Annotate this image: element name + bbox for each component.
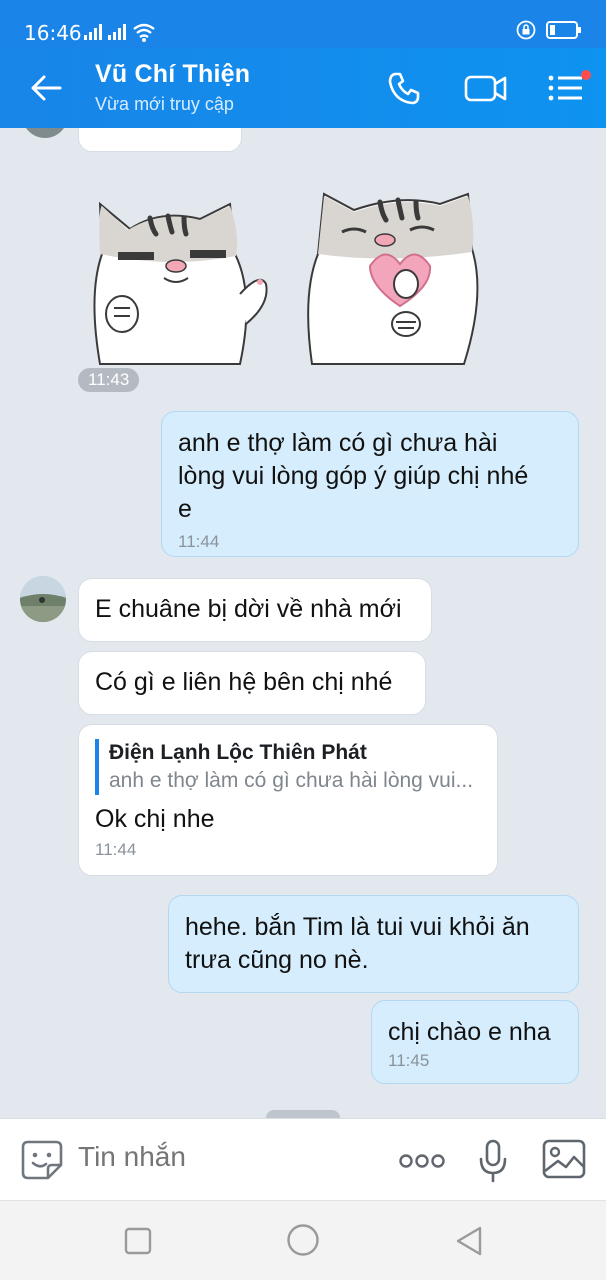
image-icon[interactable] [542, 1139, 586, 1179]
video-camera-icon[interactable] [464, 70, 508, 106]
avatar[interactable] [20, 576, 66, 622]
back-arrow-icon[interactable] [26, 70, 66, 106]
sticker-message[interactable] [80, 174, 490, 374]
battery-icon [546, 21, 581, 39]
menu-icon[interactable] [546, 70, 594, 106]
message-time: 11:44 [95, 840, 137, 859]
message-time: 11:45 [388, 1051, 430, 1070]
message-text: lòng vui lòng góp ý giúp chị nhé [178, 462, 529, 490]
message-bubble-partial[interactable] [78, 128, 242, 152]
message-text: E chuâne bị dời về nhà mới [95, 595, 402, 623]
contact-status: Vừa mới truy cập [95, 94, 234, 114]
signal-icon [84, 24, 102, 40]
message-text: chị chào e nha [388, 1018, 551, 1046]
scroll-to-bottom-handle[interactable] [266, 1110, 340, 1118]
message-text: Ok chị nhe [95, 805, 215, 833]
message-time: 11:44 [178, 532, 220, 551]
message-text: Có gì e liên hệ bên chị nhé [95, 668, 393, 696]
message-bubble-outgoing[interactable]: anh e thợ làm có gì chưa hài lòng vui lò… [161, 411, 579, 557]
cat-sticker-image [93, 192, 479, 365]
message-bubble-outgoing[interactable]: chị chào e nha 11:45 [371, 1000, 579, 1084]
message-time: 11:43 [78, 368, 140, 392]
message-bubble-outgoing[interactable]: hehe. bắn Tim là tui vui khỏi ăn trưa cũ… [168, 895, 579, 993]
chat-header: Vũ Chí Thiện Vừa mới truy cập [0, 48, 606, 128]
message-bubble-incoming[interactable]: Có gì e liên hệ bên chị nhé [78, 651, 426, 715]
signal-icon [108, 24, 126, 40]
message-bubble-incoming[interactable]: E chuâne bị dời về nhà mới [78, 578, 432, 642]
message-text: trưa cũng no nè. [185, 946, 369, 974]
message-bubble-reply[interactable]: Điện Lạnh Lộc Thiên Phát anh e thợ làm c… [78, 724, 498, 876]
status-bar: 16:46 [0, 0, 606, 48]
microphone-icon[interactable] [478, 1139, 508, 1183]
quoted-message[interactable]: Điện Lạnh Lộc Thiên Phát anh e thợ làm c… [95, 739, 481, 795]
avatar[interactable] [22, 128, 68, 138]
triangle-back-icon[interactable] [454, 1225, 484, 1257]
wifi-icon [133, 23, 155, 42]
message-text: hehe. bắn Tim là tui vui khỏi ăn [185, 913, 530, 941]
message-input[interactable] [78, 1141, 378, 1173]
message-text: e [178, 495, 192, 523]
system-nav-bar [0, 1200, 606, 1280]
quoted-text: anh e thợ làm có gì chưa hài lòng vui... [109, 769, 474, 792]
status-time: 16:46 [24, 21, 82, 45]
message-input-bar [0, 1118, 606, 1200]
contact-name[interactable]: Vũ Chí Thiện [95, 60, 250, 89]
chat-area[interactable]: 11:43 anh e thợ làm có gì chưa hài lòng … [0, 128, 606, 1118]
sticker-emoji-icon[interactable] [20, 1139, 64, 1181]
phone-icon[interactable] [386, 70, 422, 106]
lock-icon [516, 20, 536, 40]
message-text: anh e thợ làm có gì chưa hài [178, 429, 498, 457]
circle-icon[interactable] [286, 1223, 320, 1257]
quoted-sender: Điện Lạnh Lộc Thiên Phát [109, 741, 367, 764]
square-icon[interactable] [124, 1227, 152, 1255]
more-icon[interactable] [398, 1153, 446, 1169]
avatar-image [20, 576, 66, 622]
